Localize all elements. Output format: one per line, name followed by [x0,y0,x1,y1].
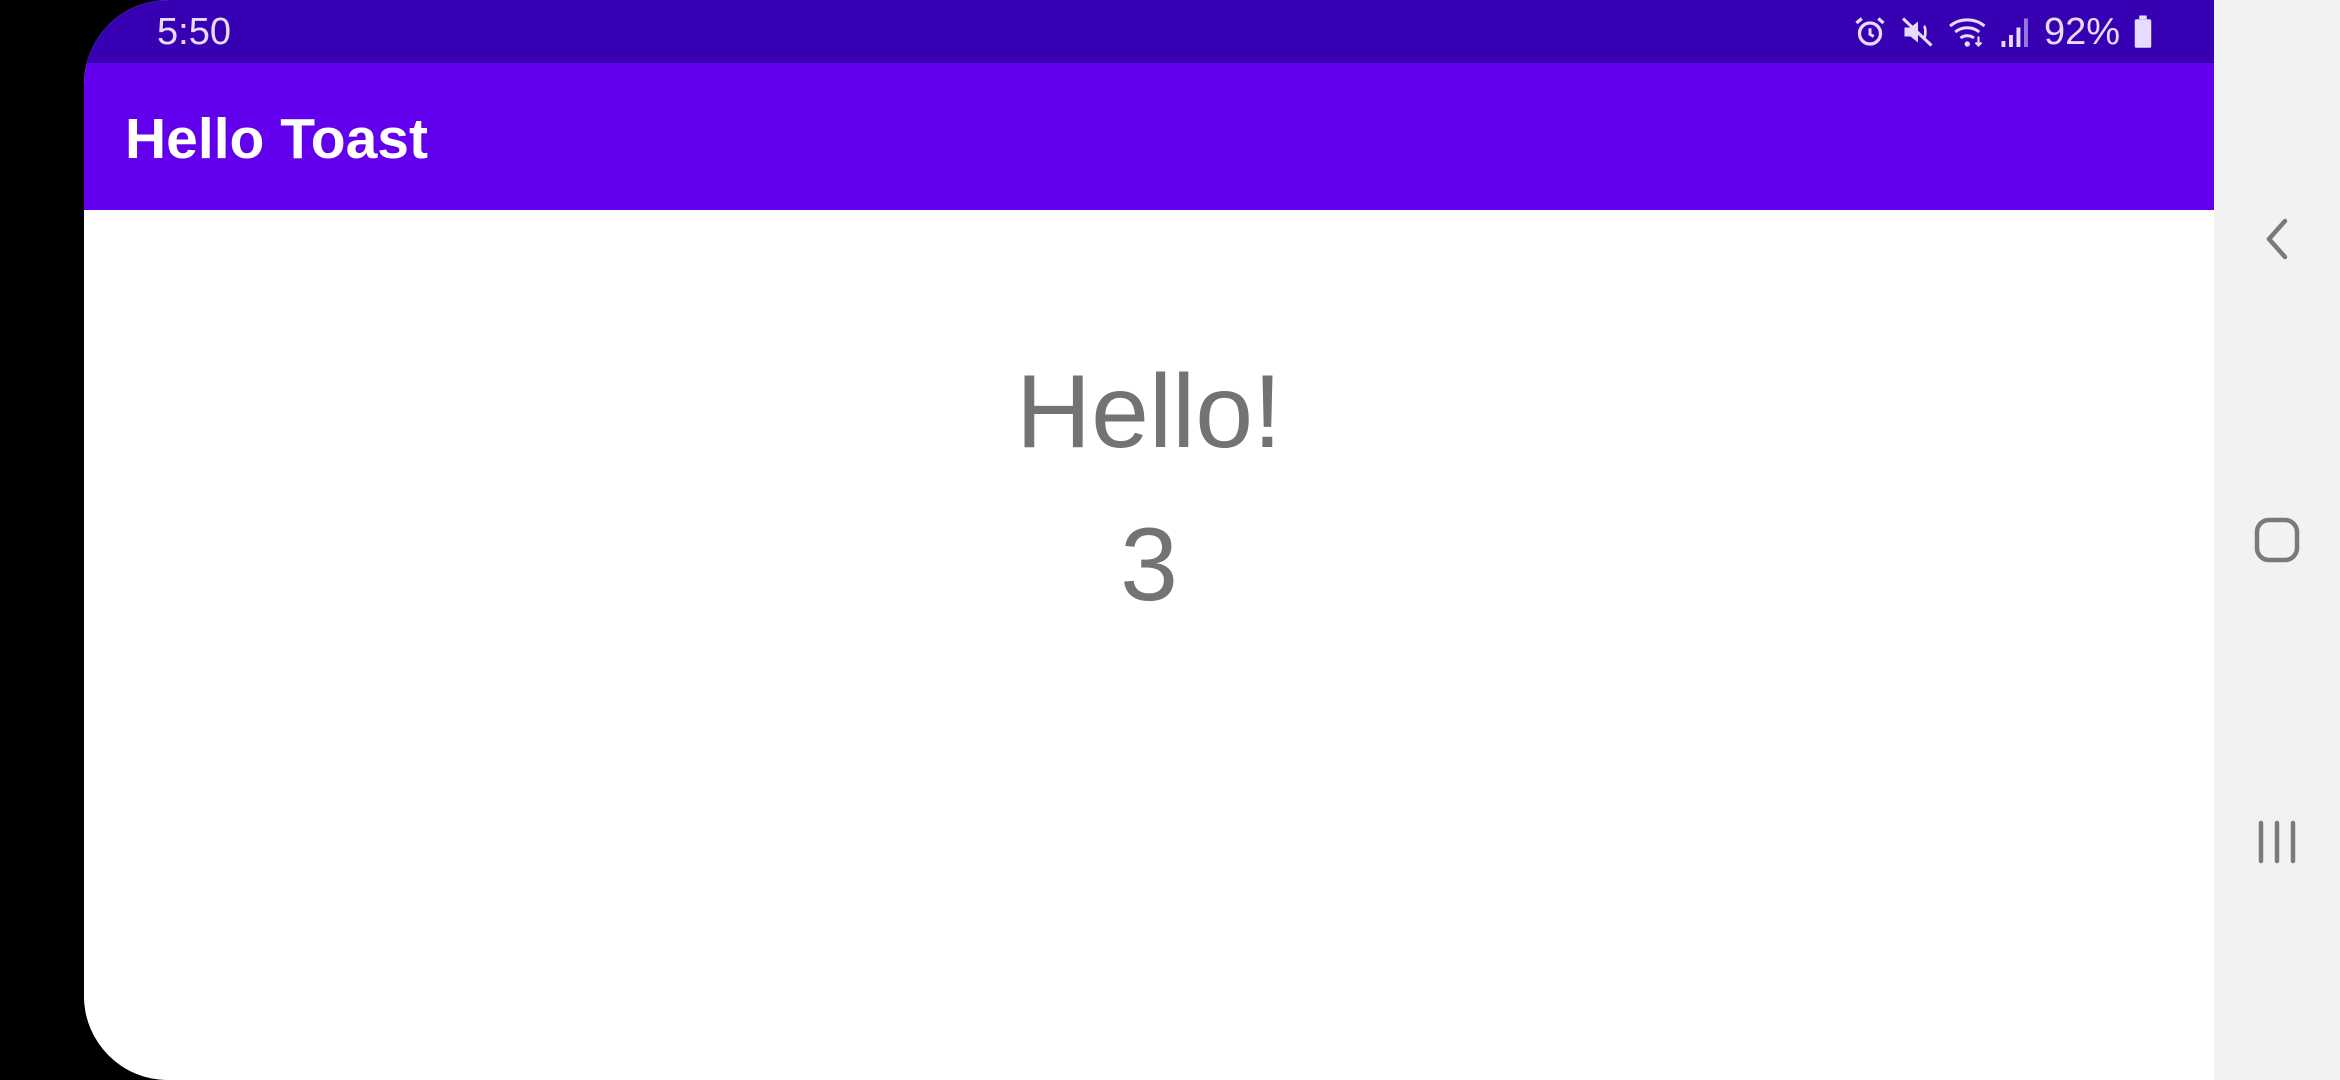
status-bar: 5:50 92% [84,0,2214,63]
recents-button[interactable] [2214,784,2340,904]
battery-icon [2132,14,2154,50]
app-bar: Hello Toast [84,63,2214,210]
app-title: Hello Toast [125,107,428,171]
recents-icon [2252,817,2302,872]
back-icon [2257,211,2297,272]
app-screen: 5:50 92% Hello Toast Hello! 3 [84,0,2214,1080]
wifi-icon [1948,14,1988,50]
navigation-bar [2214,0,2340,1080]
back-button[interactable] [2214,181,2340,301]
main-content [84,210,2214,1080]
status-icons: 92% [1852,8,2154,56]
mute-icon [1900,14,1936,50]
greeting-text: Hello! [1016,354,1282,470]
count-text: 3 [1120,507,1178,623]
home-icon [2252,515,2302,570]
alarm-icon [1852,14,1888,50]
battery-percent: 92% [2043,11,2120,53]
signal-icon [2000,14,2030,50]
home-button[interactable] [2214,482,2340,602]
status-time: 5:50 [157,11,231,53]
